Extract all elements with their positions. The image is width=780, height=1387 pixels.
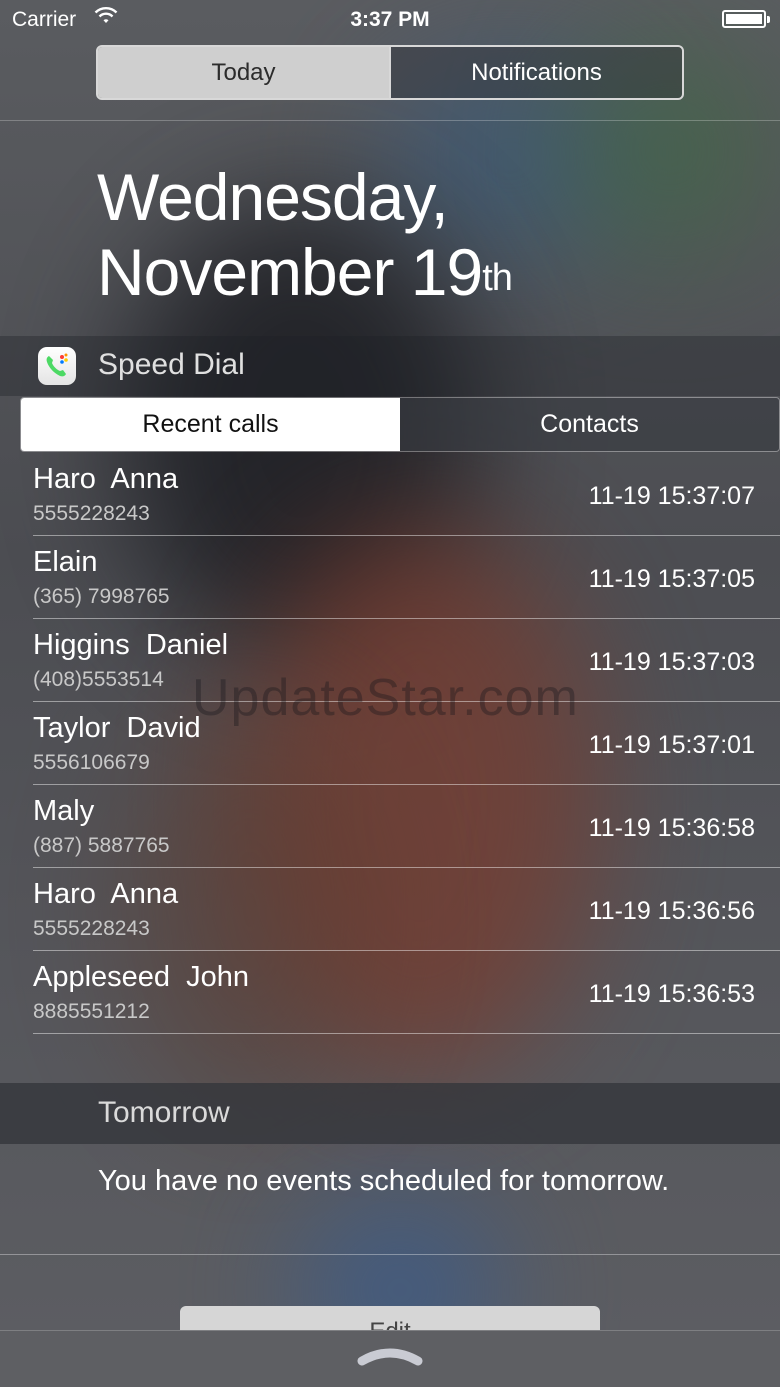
call-timestamp: 11-19 15:37:03 — [588, 648, 755, 676]
watermark: UpdateStar.com — [192, 669, 579, 727]
tab-recent-calls[interactable]: Recent calls — [21, 398, 400, 451]
today-notifications-segmented-control: Today Notifications — [96, 45, 684, 100]
call-timestamp: 11-19 15:36:53 — [588, 980, 755, 1008]
call-row[interactable]: Haro Anna 5555228243 11-19 15:36:56 — [33, 868, 780, 951]
caller-name: Haro Anna — [33, 463, 179, 495]
status-bar: Carrier 3:37 PM — [0, 0, 780, 40]
caller-number: (887) 5887765 — [33, 834, 170, 857]
caller-number: 5555228243 — [33, 502, 150, 525]
call-row[interactable]: Elain (365) 7998765 11-19 15:37:05 — [33, 536, 780, 619]
tomorrow-title: Tomorrow — [98, 1096, 230, 1129]
recent-calls-list: Haro Anna 5555228243 11-19 15:37:07 Elai… — [0, 453, 780, 1034]
caller-number: 5556106679 — [33, 751, 150, 774]
tab-notifications[interactable]: Notifications — [391, 47, 682, 98]
tomorrow-message: You have no events scheduled for tomorro… — [98, 1165, 670, 1197]
divider — [0, 120, 780, 121]
tab-contacts[interactable]: Contacts — [400, 398, 779, 451]
widget-title: Speed Dial — [98, 348, 245, 381]
month-day-text: November 19 — [97, 235, 483, 309]
divider — [0, 1254, 780, 1255]
date-heading: Wednesday, November 19th — [97, 160, 513, 310]
call-timestamp: 11-19 15:37:01 — [588, 731, 755, 759]
caller-name: Maly — [33, 795, 95, 827]
clock: 3:37 PM — [350, 8, 430, 31]
caller-number: (365) 7998765 — [33, 585, 170, 608]
call-timestamp: 11-19 15:37:05 — [588, 565, 755, 593]
caller-name: Haro Anna — [33, 878, 179, 910]
caller-name: Elain — [33, 546, 98, 578]
caller-name: Taylor David — [33, 712, 201, 744]
call-timestamp: 11-19 15:36:58 — [588, 814, 755, 842]
chevron-up-grabber-icon[interactable] — [356, 1343, 424, 1367]
tab-today[interactable]: Today — [98, 47, 391, 98]
call-row[interactable]: Appleseed John 8885551212 11-19 15:36:53 — [33, 951, 780, 1034]
weekday-text: Wednesday, — [97, 160, 449, 234]
caller-name: Appleseed John — [33, 961, 250, 993]
ordinal-suffix: th — [482, 257, 513, 299]
speed-dial-tabs: Recent calls Contacts — [20, 397, 780, 452]
caller-number: 8885551212 — [33, 1000, 150, 1023]
caller-name: Higgins Daniel — [33, 629, 229, 661]
month-day-line: November 19th — [97, 235, 513, 310]
caller-number: 5555228243 — [33, 917, 150, 940]
call-row[interactable]: Maly (887) 5887765 11-19 15:36:58 — [33, 785, 780, 868]
call-timestamp: 11-19 15:36:56 — [588, 897, 755, 925]
battery-icon — [722, 10, 770, 28]
phone-app-icon[interactable] — [38, 347, 76, 385]
call-timestamp: 11-19 15:37:07 — [588, 482, 755, 510]
caller-number: (408)5553514 — [33, 668, 164, 691]
call-row[interactable]: Haro Anna 5555228243 11-19 15:37:07 — [33, 453, 780, 536]
